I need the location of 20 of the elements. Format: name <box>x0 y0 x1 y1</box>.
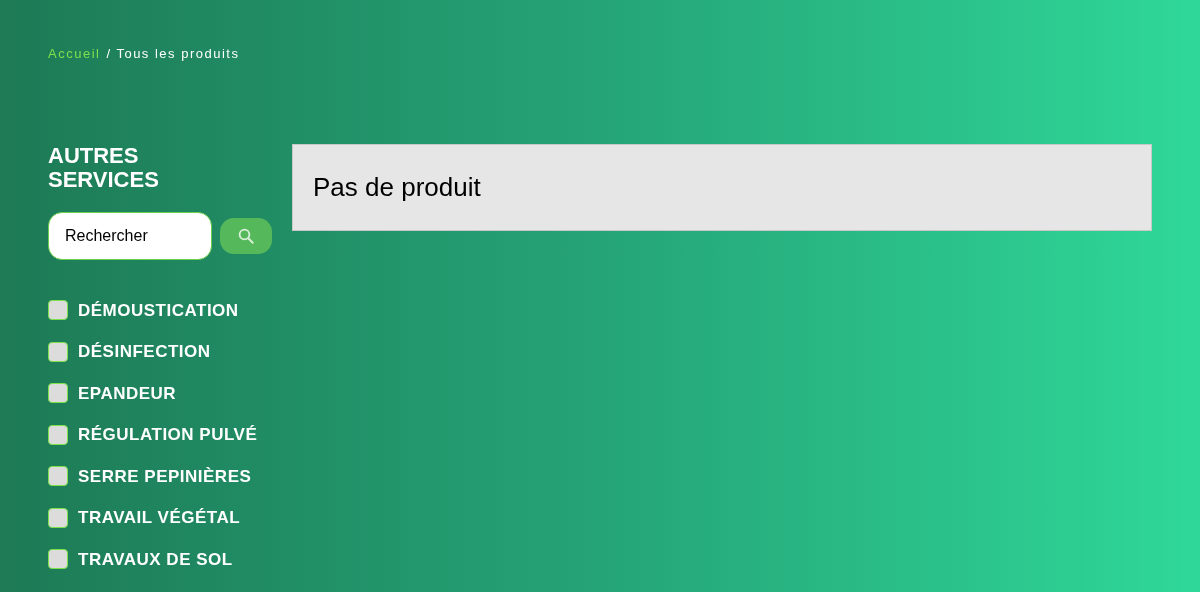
filter-label: TRAVAUX DE SOL <box>78 548 233 571</box>
filter-label: RÉGULATION PULVÉ <box>78 424 258 446</box>
empty-message: Pas de produit <box>313 170 481 204</box>
breadcrumb-current: / Tous les produits <box>106 45 240 63</box>
filter-checkbox[interactable] <box>48 383 68 404</box>
filter-checkbox[interactable] <box>48 424 68 445</box>
filter-checkbox[interactable] <box>48 549 68 570</box>
filter-label: DÉSINFECTION <box>78 341 211 363</box>
sidebar-title: AUTRES SERVICES <box>48 143 160 192</box>
search-field[interactable]: Rechercher <box>48 211 212 260</box>
search-button[interactable] <box>220 217 272 254</box>
search-icon <box>237 226 255 245</box>
filter-label: DÉMOUSTICATION <box>78 299 239 322</box>
filter-checkbox[interactable] <box>48 300 68 321</box>
filter-label: TRAVAIL VÉGÉTAL <box>78 507 241 529</box>
filter-label: EPANDEUR <box>78 382 177 405</box>
filter-checkbox[interactable] <box>48 341 68 362</box>
filter-checkbox[interactable] <box>48 507 68 528</box>
filter-label: SERRE PEPINIÈRES <box>78 465 252 488</box>
filter-checkbox[interactable] <box>48 466 68 487</box>
